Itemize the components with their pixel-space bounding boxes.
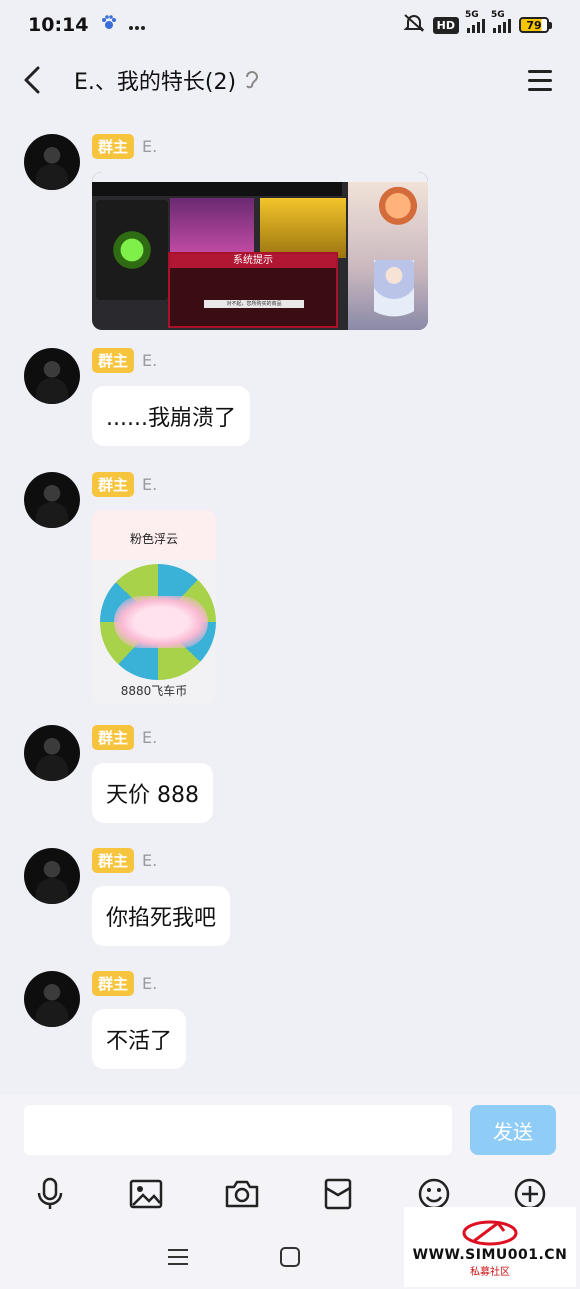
microphone-icon[interactable] — [30, 1174, 70, 1214]
message-input[interactable] — [24, 1105, 452, 1155]
battery-icon: 79 — [519, 17, 552, 33]
sticker-message[interactable]: 粉色浮云 8880飞车币 — [92, 510, 216, 704]
watermark-sub: 私募社区 — [470, 1266, 510, 1278]
watermark-logo — [462, 1220, 518, 1245]
watermark-site: WWW.SIMU001.CN — [412, 1246, 568, 1263]
image-icon[interactable] — [126, 1174, 166, 1214]
avatar[interactable] — [24, 725, 80, 781]
message-list: 群主 E. 系统提示 对不起，您所购买的商品 群主 E. ......我崩溃了 — [0, 110, 580, 1095]
avatar[interactable] — [24, 848, 80, 904]
home-icon[interactable] — [279, 1246, 301, 1272]
sender-name: E. — [142, 728, 158, 747]
more-dots-icon — [128, 16, 146, 35]
avatar[interactable] — [24, 134, 80, 190]
role-badge: 群主 — [92, 134, 135, 159]
mute-icon — [403, 13, 425, 37]
dialog-title: 系统提示 — [170, 254, 336, 268]
dialog-text: 对不起，您所购买的商品 — [204, 300, 304, 308]
hd-badge: HD — [432, 16, 459, 34]
avatar[interactable] — [24, 472, 80, 528]
text-bubble[interactable]: 天价 888 — [92, 763, 213, 823]
sticker-label: 粉色浮云 — [129, 532, 178, 546]
watermark: WWW.SIMU001.CN 私募社区 — [404, 1207, 576, 1287]
avatar[interactable] — [24, 348, 80, 404]
sticker-price: 8880飞车币 — [120, 684, 188, 698]
send-button[interactable]: 发送 — [470, 1105, 556, 1155]
chat-header: E.、我的特长(2) — [0, 50, 580, 110]
menu-button[interactable] — [528, 65, 558, 95]
role-badge: 群主 — [92, 971, 135, 996]
text-bubble[interactable]: 不活了 — [92, 1009, 187, 1069]
status-time: 10:14 — [28, 14, 89, 36]
chevron-left-icon — [24, 66, 40, 94]
chat-title: E.、我的特长(2) — [74, 70, 237, 95]
avatar[interactable] — [24, 971, 80, 1027]
image-message[interactable]: 系统提示 对不起，您所购买的商品 — [92, 172, 428, 330]
signal-icon: 5G — [491, 10, 511, 33]
sender-name: E. — [142, 974, 158, 993]
role-badge: 群主 — [92, 725, 135, 750]
role-badge: 群主 — [92, 348, 135, 373]
ear-icon — [244, 69, 260, 91]
text-bubble[interactable]: ......我崩溃了 — [92, 386, 250, 446]
back-button[interactable] — [22, 60, 52, 100]
red-packet-icon[interactable] — [318, 1174, 358, 1214]
role-badge: 群主 — [92, 472, 135, 497]
camera-icon[interactable] — [222, 1174, 262, 1214]
status-bar: 10:14 HD 5G 5G 79 — [0, 0, 580, 50]
sender-name: E. — [142, 351, 158, 370]
role-badge: 群主 — [92, 848, 135, 873]
composer: 发送 WWW.SIMU001.CN 私募社区 — [0, 1095, 580, 1289]
text-bubble[interactable]: 你掐死我吧 — [92, 886, 231, 946]
signal-icon: 5G — [465, 10, 485, 33]
sender-name: E. — [142, 137, 158, 156]
recents-icon[interactable] — [167, 1248, 189, 1270]
sender-name: E. — [142, 851, 158, 870]
paw-icon — [100, 14, 118, 36]
sender-name: E. — [142, 475, 158, 494]
